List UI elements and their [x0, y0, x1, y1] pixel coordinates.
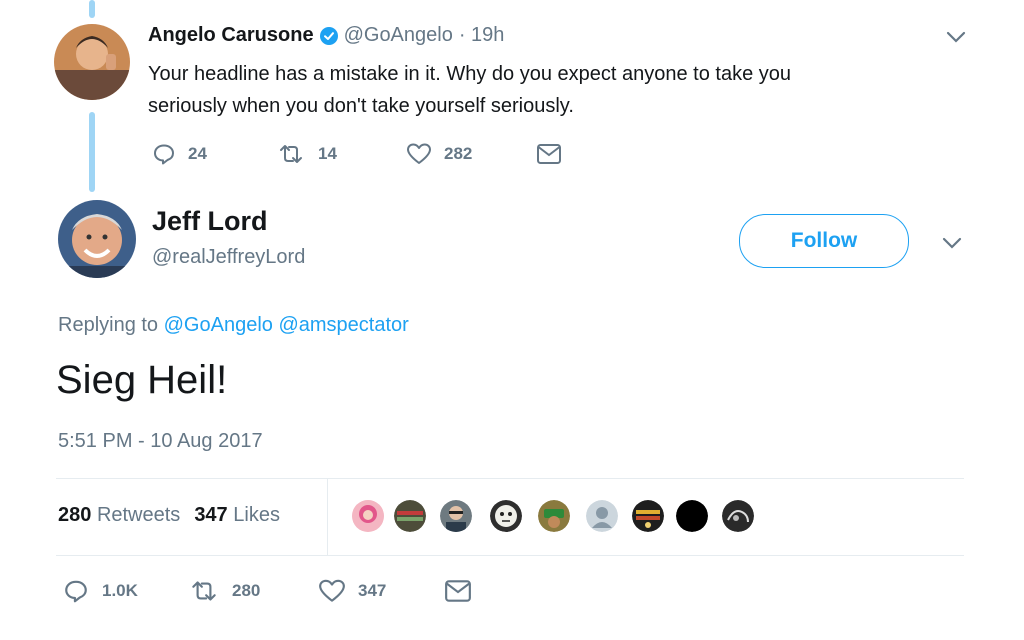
- liker-avatar[interactable]: [722, 500, 754, 532]
- divider-top: [56, 478, 964, 479]
- likes-stat[interactable]: 347 Likes: [194, 504, 280, 527]
- liker-avatar[interactable]: [394, 500, 426, 532]
- liker-avatar[interactable]: [632, 500, 664, 532]
- parent-tweet-text: Your headline has a mistake in it. Why d…: [148, 58, 791, 122]
- retweets-stat-count: 280: [58, 504, 92, 526]
- replying-prefix: Replying to: [58, 314, 159, 336]
- reply-count: 1.0K: [102, 581, 138, 600]
- message-button[interactable]: [536, 143, 562, 165]
- divider-vertical: [327, 479, 328, 555]
- retweet-count: 280: [232, 581, 261, 600]
- likes-stat-label: Likes: [233, 504, 280, 526]
- liker-avatar[interactable]: [440, 500, 472, 532]
- replying-to: Replying to @GoAngelo @amspectator: [58, 314, 409, 337]
- verified-badge-icon: [319, 26, 338, 45]
- parent-text-line2: seriously when you don't take yourself s…: [148, 95, 574, 117]
- thread-line-bottom: [89, 112, 95, 192]
- stats-row: 280 Retweets 347 Likes: [58, 504, 280, 527]
- reply-icon: [62, 578, 90, 604]
- retweets-stat-label: Retweets: [96, 504, 181, 526]
- reply-icon: [152, 142, 176, 166]
- retweet-icon: [188, 578, 220, 604]
- liker-avatar[interactable]: [586, 500, 618, 532]
- retweet-count: 14: [318, 144, 337, 163]
- parent-handle[interactable]: @GoAngelo: [344, 24, 453, 47]
- chevron-down-icon[interactable]: [946, 30, 966, 49]
- retweet-button[interactable]: 280: [188, 578, 318, 604]
- like-count: 347: [358, 581, 387, 600]
- liker-avatars: [352, 500, 772, 534]
- like-icon: [318, 578, 346, 604]
- liker-avatar[interactable]: [490, 500, 522, 532]
- like-button[interactable]: 347: [318, 578, 444, 604]
- main-actions: 1.0K 280 347: [62, 578, 472, 604]
- message-icon: [444, 579, 472, 603]
- parent-text-line1: Your headline has a mistake in it. Why d…: [148, 63, 791, 85]
- mention-goangelo[interactable]: @GoAngelo: [164, 314, 273, 336]
- thread-line-top: [89, 0, 95, 18]
- liker-avatar[interactable]: [352, 500, 384, 532]
- parent-actions: 24 14 282: [152, 142, 562, 166]
- reply-button[interactable]: 1.0K: [62, 578, 188, 604]
- main-tweet-text: Sieg Heil!: [56, 358, 228, 402]
- retweet-button[interactable]: 14: [276, 142, 406, 166]
- like-icon: [406, 142, 432, 166]
- follow-button[interactable]: Follow: [739, 214, 909, 268]
- like-count: 282: [444, 144, 473, 163]
- main-author-name[interactable]: Jeff Lord: [152, 206, 268, 237]
- liker-avatar[interactable]: [538, 500, 570, 532]
- message-icon: [536, 143, 562, 165]
- liker-avatar[interactable]: [676, 500, 708, 532]
- divider-bottom: [56, 555, 964, 556]
- retweets-stat[interactable]: 280 Retweets: [58, 504, 180, 527]
- parent-time[interactable]: · 19h: [459, 24, 505, 47]
- parent-author-name[interactable]: Angelo Carusone: [148, 24, 314, 47]
- reply-count: 24: [188, 144, 207, 163]
- parent-tweet-header: Angelo Carusone @GoAngelo · 19h: [148, 24, 504, 47]
- avatar-angelo[interactable]: [54, 24, 130, 100]
- reply-button[interactable]: 24: [152, 142, 276, 166]
- retweet-icon: [276, 142, 306, 166]
- chevron-down-icon[interactable]: [942, 236, 962, 255]
- main-handle[interactable]: @realJeffreyLord: [152, 246, 305, 269]
- mention-amspectator[interactable]: @amspectator: [278, 314, 408, 336]
- like-button[interactable]: 282: [406, 142, 536, 166]
- message-button[interactable]: [444, 579, 472, 603]
- tweet-timestamp[interactable]: 5:51 PM - 10 Aug 2017: [58, 430, 263, 453]
- avatar-jeff-lord[interactable]: [58, 200, 136, 278]
- likes-stat-count: 347: [194, 504, 228, 526]
